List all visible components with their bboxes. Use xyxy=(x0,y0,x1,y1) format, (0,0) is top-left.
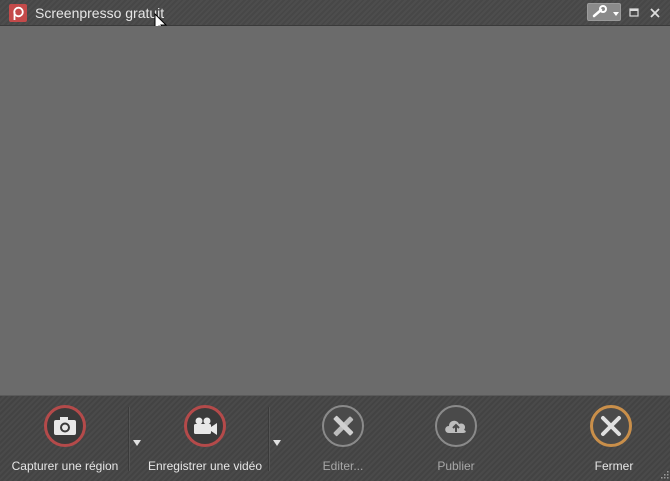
window-title: Screenpresso gratuit xyxy=(35,5,165,21)
video-camera-icon xyxy=(194,417,217,435)
publish-button[interactable]: Publier xyxy=(396,405,516,475)
pencil-ruler-icon xyxy=(333,415,354,437)
maximize-icon xyxy=(629,8,639,17)
cloud-upload-icon xyxy=(445,420,466,433)
edit-label: Editer... xyxy=(322,459,364,473)
record-video-button[interactable]: Enregistrer une vidéo xyxy=(145,405,265,475)
close-window-button[interactable] xyxy=(647,5,663,21)
capture-region-button[interactable]: Capturer une région xyxy=(5,405,125,475)
close-icon xyxy=(650,8,660,18)
edit-button[interactable]: Editer... xyxy=(283,405,403,475)
title-bar: Screenpresso gratuit xyxy=(0,0,670,26)
record-video-label: Enregistrer une vidéo xyxy=(147,459,263,473)
screenpresso-logo xyxy=(9,4,27,22)
publish-label: Publier xyxy=(437,459,475,473)
capture-region-label: Capturer une région xyxy=(11,459,119,473)
close-button[interactable]: Fermer xyxy=(554,405,670,475)
close-label: Fermer xyxy=(594,459,634,473)
maximize-button[interactable] xyxy=(626,5,642,21)
camera-icon xyxy=(54,417,76,435)
resize-grip-icon[interactable] xyxy=(660,470,669,479)
capture-canvas xyxy=(0,26,670,395)
toolbar-divider xyxy=(268,407,270,471)
close-x-icon xyxy=(601,416,621,436)
tools-menu-button[interactable] xyxy=(587,3,621,21)
video-options-chevron-down-icon[interactable] xyxy=(272,439,282,447)
wrench-icon xyxy=(592,5,619,18)
toolbar-divider xyxy=(128,407,130,471)
capture-options-chevron-down-icon[interactable] xyxy=(132,439,142,447)
